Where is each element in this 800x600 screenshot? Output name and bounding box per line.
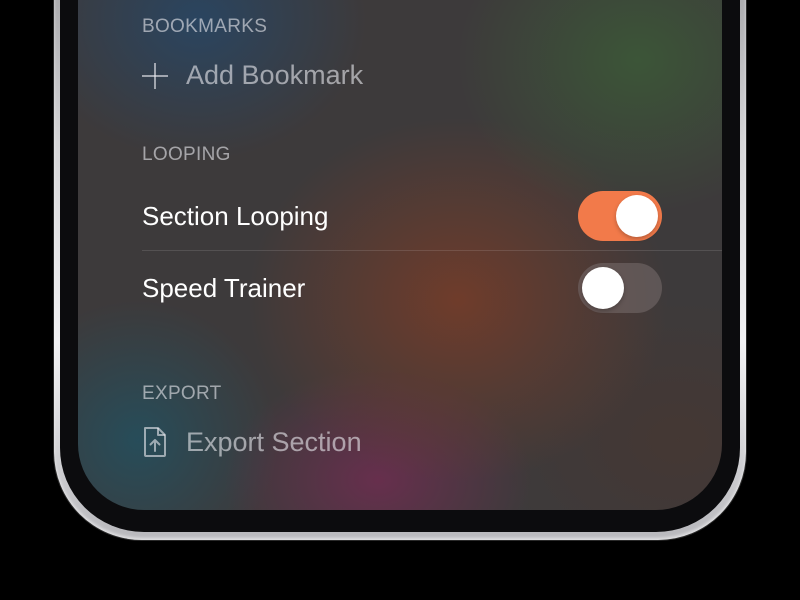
setting-row-section-looping: Section Looping [142, 180, 662, 252]
document-upload-icon [144, 427, 166, 457]
export-section-button[interactable]: Export Section [142, 426, 362, 458]
export-section-label: Export Section [186, 426, 362, 457]
row-divider [142, 250, 722, 251]
section-looping-label: Section Looping [142, 200, 329, 231]
settings-screen: BOOKMARKS Add Bookmark LOOPING Section L… [78, 0, 722, 510]
device-stage: BOOKMARKS Add Bookmark LOOPING Section L… [0, 0, 800, 600]
toggle-knob [616, 195, 658, 237]
setting-row-speed-trainer: Speed Trainer [142, 252, 662, 324]
add-bookmark-label: Add Bookmark [186, 60, 364, 90]
section-looping-toggle[interactable] [578, 191, 662, 241]
section-header-bookmarks: BOOKMARKS [142, 16, 268, 37]
speed-trainer-label: Speed Trainer [142, 272, 306, 303]
section-header-export: EXPORT [142, 383, 222, 404]
add-bookmark-button[interactable]: Add Bookmark [142, 60, 363, 91]
speed-trainer-toggle[interactable] [578, 263, 662, 313]
plus-icon [142, 62, 168, 89]
toggle-knob [582, 267, 624, 309]
section-header-looping: LOOPING [142, 144, 231, 165]
